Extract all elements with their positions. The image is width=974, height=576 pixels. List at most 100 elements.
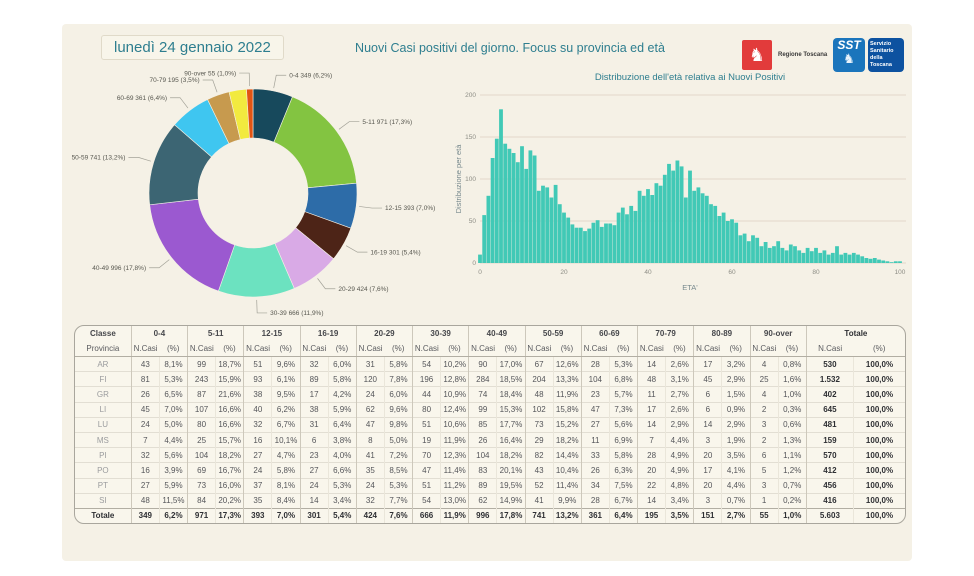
age-bar[interactable] bbox=[499, 109, 503, 263]
age-bar[interactable] bbox=[781, 248, 785, 263]
age-bar[interactable] bbox=[613, 225, 617, 263]
age-bar[interactable] bbox=[713, 206, 717, 263]
age-bar[interactable] bbox=[482, 215, 486, 263]
age-bar[interactable] bbox=[898, 261, 902, 263]
age-bar[interactable] bbox=[688, 171, 692, 263]
age-bar[interactable] bbox=[831, 253, 835, 263]
age-bar[interactable] bbox=[844, 253, 848, 263]
age-bar[interactable] bbox=[697, 187, 701, 263]
age-bar[interactable] bbox=[772, 246, 776, 263]
age-bar[interactable] bbox=[671, 171, 675, 263]
age-bar[interactable] bbox=[768, 248, 772, 263]
age-bar[interactable] bbox=[760, 246, 764, 263]
age-bar[interactable] bbox=[684, 198, 688, 264]
age-bar[interactable] bbox=[722, 213, 726, 263]
age-bar[interactable] bbox=[508, 149, 512, 263]
age-bar[interactable] bbox=[634, 211, 638, 263]
age-bar[interactable] bbox=[776, 241, 780, 263]
age-bar[interactable] bbox=[764, 242, 768, 263]
age-bar[interactable] bbox=[701, 193, 705, 263]
age-bar[interactable] bbox=[680, 166, 684, 263]
age-bar[interactable] bbox=[789, 245, 793, 264]
age-bar[interactable] bbox=[886, 261, 890, 263]
age-bar[interactable] bbox=[823, 250, 827, 263]
age-bar[interactable] bbox=[869, 259, 873, 263]
age-bar[interactable] bbox=[655, 183, 659, 263]
age-bar[interactable] bbox=[533, 156, 537, 264]
age-bar[interactable] bbox=[751, 235, 755, 263]
age-bar[interactable] bbox=[575, 228, 579, 263]
age-bar[interactable] bbox=[881, 261, 885, 264]
age-bar[interactable] bbox=[877, 260, 881, 263]
age-bar[interactable] bbox=[676, 161, 680, 264]
age-bar[interactable] bbox=[755, 238, 759, 263]
age-bar[interactable] bbox=[659, 186, 663, 263]
age-bar[interactable] bbox=[621, 208, 625, 263]
age-histogram[interactable]: 050100150200020406080100Distribuzione de… bbox=[452, 62, 922, 302]
age-bar[interactable] bbox=[503, 144, 507, 263]
age-bar[interactable] bbox=[642, 196, 646, 263]
age-bar[interactable] bbox=[495, 139, 499, 263]
age-bar[interactable] bbox=[608, 224, 612, 264]
age-bar[interactable] bbox=[730, 219, 734, 263]
age-bar[interactable] bbox=[873, 258, 877, 263]
age-bar[interactable] bbox=[579, 228, 583, 263]
age-bar[interactable] bbox=[865, 258, 869, 263]
age-bar[interactable] bbox=[587, 229, 591, 263]
age-bar[interactable] bbox=[604, 224, 608, 264]
age-bar[interactable] bbox=[566, 218, 570, 263]
age-bar[interactable] bbox=[785, 250, 789, 263]
age-bar[interactable] bbox=[747, 241, 751, 263]
age-bar[interactable] bbox=[638, 191, 642, 263]
donut-segment-40-49[interactable] bbox=[150, 199, 235, 291]
age-bar[interactable] bbox=[537, 191, 541, 263]
age-bar[interactable] bbox=[806, 248, 810, 263]
age-bar[interactable] bbox=[650, 195, 654, 263]
age-bar[interactable] bbox=[818, 253, 822, 263]
age-bar[interactable] bbox=[625, 214, 629, 263]
age-bar[interactable] bbox=[802, 253, 806, 263]
age-bar[interactable] bbox=[793, 246, 797, 263]
age-bar[interactable] bbox=[797, 250, 801, 263]
age-bar[interactable] bbox=[839, 255, 843, 263]
age-bar[interactable] bbox=[583, 231, 587, 263]
age-bar[interactable] bbox=[545, 187, 549, 263]
age-bar[interactable] bbox=[512, 153, 516, 263]
age-bar[interactable] bbox=[571, 224, 575, 263]
age-bar[interactable] bbox=[726, 221, 730, 263]
age-bar[interactable] bbox=[478, 255, 482, 263]
age-bar[interactable] bbox=[814, 248, 818, 263]
age-bar[interactable] bbox=[827, 255, 831, 263]
age-bar[interactable] bbox=[487, 196, 491, 263]
age-bar[interactable] bbox=[592, 223, 596, 263]
age-bar[interactable] bbox=[529, 150, 533, 263]
age-bar[interactable] bbox=[667, 164, 671, 263]
age-bar[interactable] bbox=[692, 191, 696, 263]
age-bar[interactable] bbox=[600, 227, 604, 263]
age-bar[interactable] bbox=[550, 198, 554, 264]
age-bar[interactable] bbox=[894, 261, 898, 263]
age-bar[interactable] bbox=[524, 169, 528, 263]
age-bar[interactable] bbox=[562, 213, 566, 263]
age-bar[interactable] bbox=[860, 256, 864, 263]
age-bar[interactable] bbox=[646, 189, 650, 263]
age-bar[interactable] bbox=[541, 186, 545, 263]
age-bar[interactable] bbox=[558, 204, 562, 263]
age-bar[interactable] bbox=[596, 220, 600, 263]
age-bar[interactable] bbox=[705, 196, 709, 263]
age-bar[interactable] bbox=[734, 223, 738, 263]
age-bar[interactable] bbox=[743, 234, 747, 263]
age-bar[interactable] bbox=[554, 185, 558, 263]
age-bar[interactable] bbox=[856, 255, 860, 263]
age-bar[interactable] bbox=[718, 216, 722, 263]
age-bar[interactable] bbox=[848, 255, 852, 263]
age-bar[interactable] bbox=[810, 251, 814, 263]
age-bar[interactable] bbox=[852, 253, 856, 263]
age-bar[interactable] bbox=[491, 158, 495, 263]
age-bar[interactable] bbox=[617, 213, 621, 263]
age-donut-chart[interactable]: 0-4 349 (6,2%)5-11 971 (17,3%)12-15 393 … bbox=[66, 56, 456, 332]
age-bar[interactable] bbox=[835, 246, 839, 263]
age-bar[interactable] bbox=[520, 146, 524, 263]
age-bar[interactable] bbox=[709, 204, 713, 263]
age-bar[interactable] bbox=[739, 235, 743, 263]
